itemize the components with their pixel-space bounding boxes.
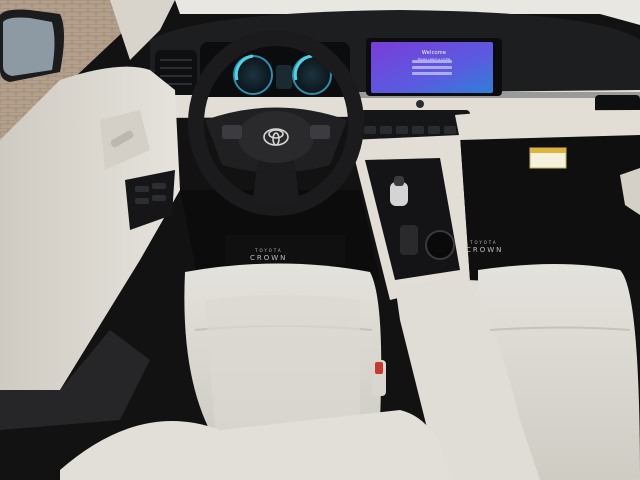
mat-model-text: CROWN	[250, 254, 288, 262]
passenger-mat-model-text: CROWN	[466, 246, 504, 254]
interior-illustration	[0, 0, 640, 480]
passenger-mat-brand-text: TOYOTA	[470, 240, 498, 245]
cup-holder	[425, 230, 455, 260]
screen-subtitle: Please select a profile	[417, 57, 451, 61]
infotainment-text: Welcome Please select a profile	[376, 44, 492, 92]
car-interior-photo: Welcome Please select a profile TOYOTA C…	[0, 0, 640, 480]
mat-brand-text: TOYOTA	[255, 248, 283, 253]
screen-title: Welcome	[421, 50, 447, 56]
